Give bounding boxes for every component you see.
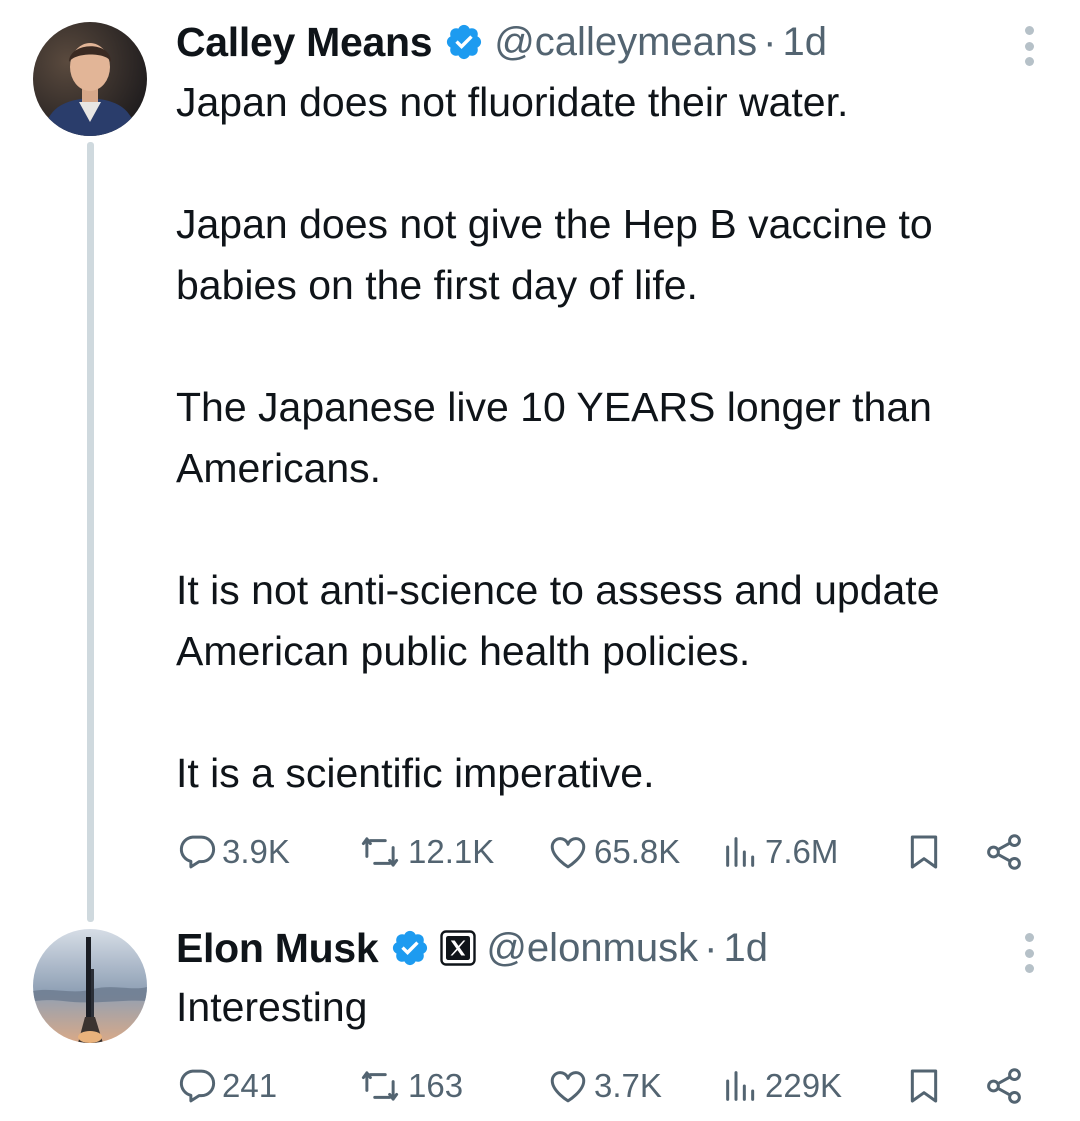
bookmark-button[interactable] — [904, 827, 944, 877]
bookmark-icon — [910, 1069, 938, 1103]
views-button[interactable]: 7.6M — [721, 827, 838, 877]
reply-icon — [179, 1069, 216, 1103]
share-icon — [987, 1068, 1021, 1104]
author-name[interactable]: Calley Means — [176, 19, 433, 66]
share-button[interactable] — [982, 827, 1026, 877]
repost-count: 163 — [408, 1067, 464, 1104]
views-icon — [726, 1071, 755, 1101]
like-icon — [550, 1071, 586, 1103]
reply-count: 3.9K — [222, 833, 290, 870]
bookmark-button[interactable] — [904, 1061, 944, 1111]
repost-count: 12.1K — [408, 833, 495, 870]
verified-badge-icon[interactable] — [444, 22, 484, 62]
share-icon — [987, 834, 1021, 870]
separator-dot: · — [763, 19, 777, 64]
author-handle[interactable]: @elonmusk — [486, 926, 698, 971]
like-button[interactable]: 3.7K — [546, 1061, 662, 1111]
share-button[interactable] — [982, 1061, 1026, 1111]
tweet-header: Calley Means @calleymeans · 1d — [176, 17, 827, 67]
reply-button[interactable]: 3.9K — [176, 827, 290, 877]
tweet-text: Japan does not fluoridate their water. J… — [176, 79, 940, 796]
timestamp[interactable]: 1d — [723, 926, 768, 971]
like-count: 65.8K — [594, 833, 681, 870]
author-handle[interactable]: @calleymeans — [494, 20, 757, 65]
avatar[interactable] — [33, 22, 147, 136]
views-icon — [726, 837, 755, 867]
reply-icon — [179, 835, 216, 869]
tweet-text: Interesting — [176, 984, 368, 1030]
views-button[interactable]: 229K — [721, 1061, 842, 1111]
tweet-header: Elon Musk @elonmusk · 1d — [176, 923, 768, 973]
more-options-icon[interactable] — [1022, 26, 1036, 66]
like-button[interactable]: 65.8K — [546, 827, 680, 877]
avatar[interactable] — [33, 929, 147, 1043]
like-icon — [550, 837, 586, 869]
avatar-image — [33, 929, 147, 1043]
reply-button[interactable]: 241 — [176, 1061, 277, 1111]
views-count: 229K — [765, 1067, 843, 1104]
like-count: 3.7K — [594, 1067, 662, 1104]
tweet-actions: 3.9K 12.1K 65.8K 7.6M — [176, 827, 1046, 877]
views-count: 7.6M — [765, 833, 839, 870]
repost-icon — [361, 837, 399, 867]
avatar-image — [33, 22, 147, 136]
repost-button[interactable]: 12.1K — [356, 827, 494, 877]
repost-button[interactable]: 163 — [356, 1061, 463, 1111]
separator-dot: · — [704, 925, 718, 970]
repost-icon — [361, 1071, 399, 1101]
reply-count: 241 — [222, 1067, 278, 1104]
author-name[interactable]: Elon Musk — [176, 925, 379, 972]
bookmark-icon — [910, 835, 938, 869]
more-options-icon[interactable] — [1022, 933, 1036, 973]
verified-badge-icon[interactable] — [390, 928, 430, 968]
x-affiliate-icon[interactable] — [440, 930, 477, 966]
tweet-elon-musk[interactable]: Elon Musk @elonmusk · 1d Interesting 241… — [0, 900, 1080, 1121]
tweet-calley-means[interactable]: Calley Means @calleymeans · 1d Japan doe… — [0, 0, 1080, 900]
tweet-actions: 241 163 3.7K 229K — [176, 1061, 1046, 1111]
timestamp[interactable]: 1d — [782, 20, 827, 65]
